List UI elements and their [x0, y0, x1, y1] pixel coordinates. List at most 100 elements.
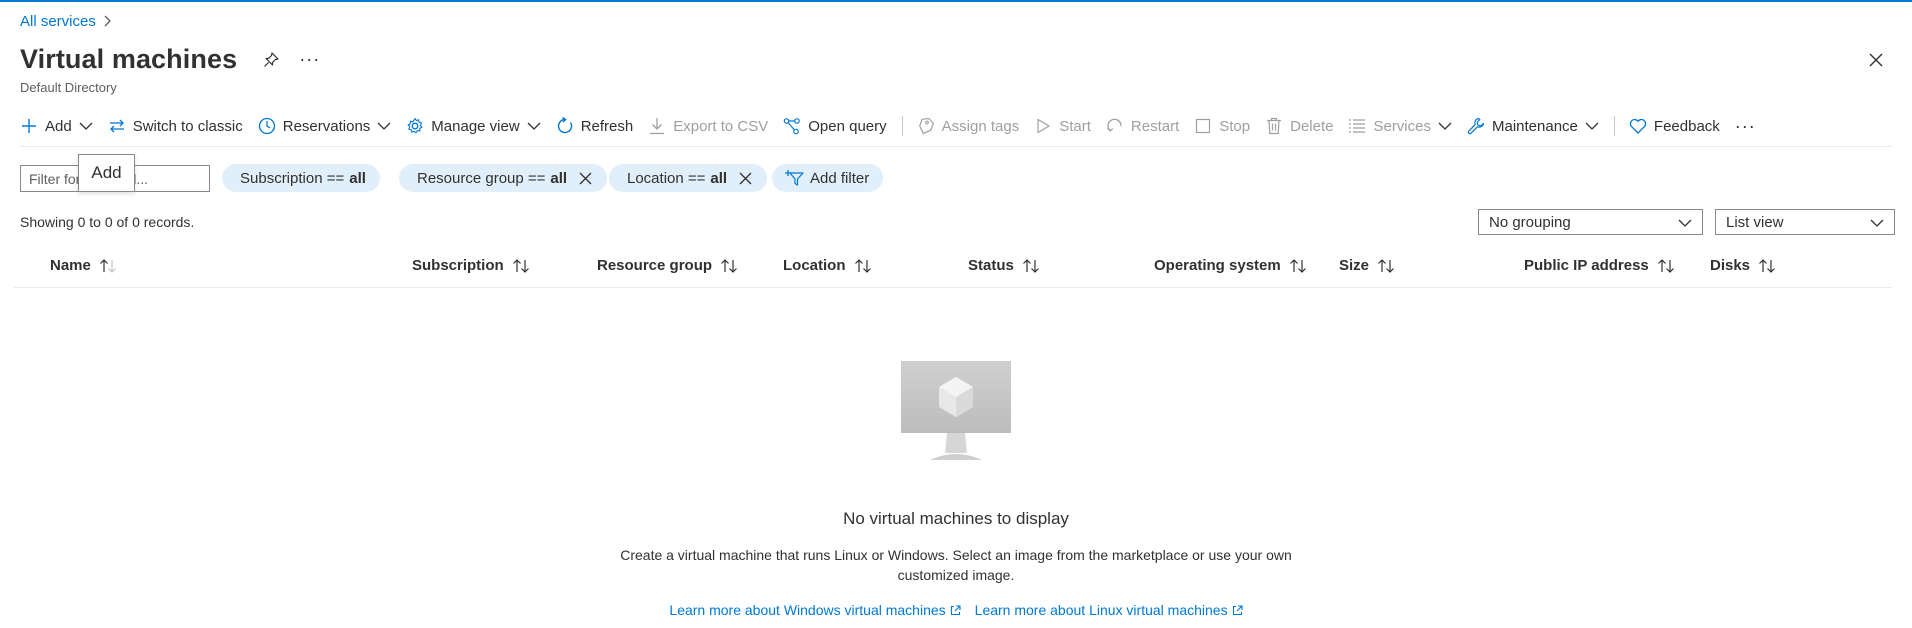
plus-icon — [20, 117, 38, 135]
more-options-icon[interactable]: ··· — [299, 49, 320, 70]
switch-to-classic-button[interactable]: Switch to classic — [108, 112, 243, 140]
resource-group-filter-pill[interactable]: Resource group == all — [399, 164, 608, 192]
toolbar-separator — [1613, 116, 1615, 136]
learn-more-linux-label: Learn more about Linux virtual machines — [974, 602, 1228, 618]
learn-more-windows-label: Learn more about Windows virtual machine… — [669, 602, 946, 618]
breadcrumb: All services — [20, 13, 112, 30]
pin-icon[interactable] — [261, 50, 281, 70]
delete-button[interactable]: Delete — [1265, 112, 1333, 140]
add-filter-button[interactable]: Add filter — [772, 164, 884, 192]
assign-tags-button[interactable]: Assign tags — [917, 112, 1020, 140]
subscription-filter-label: Subscription == — [240, 169, 345, 187]
resource-group-filter-value: all — [550, 169, 568, 187]
column-header-label: Name — [50, 257, 91, 274]
close-icon[interactable] — [1864, 48, 1888, 72]
remove-filter-icon[interactable] — [739, 171, 753, 185]
services-label: Services — [1373, 117, 1431, 135]
restart-icon — [1106, 117, 1124, 135]
learn-more-windows-link[interactable]: Learn more about Windows virtual machine… — [669, 602, 961, 618]
column-header-label: Disks — [1710, 257, 1751, 274]
chevron-down-icon — [1678, 214, 1692, 231]
switch-to-classic-label: Switch to classic — [132, 117, 243, 135]
location-filter-value: all — [710, 169, 728, 187]
external-link-icon — [1232, 604, 1243, 616]
chevron-down-icon — [1870, 214, 1884, 231]
maintenance-button[interactable]: Maintenance — [1467, 112, 1599, 140]
column-header-label: Location — [783, 257, 846, 274]
location-filter-pill[interactable]: Location == all — [609, 164, 768, 192]
records-count: Showing 0 to 0 of 0 records. — [20, 214, 195, 230]
services-button[interactable]: Services — [1348, 112, 1452, 140]
sort-icon — [1758, 258, 1776, 273]
learn-more-linux-link[interactable]: Learn more about Linux virtual machines — [975, 602, 1243, 618]
title-row: Virtual machines ··· — [20, 44, 320, 75]
play-icon — [1034, 117, 1052, 135]
chevron-right-icon — [104, 14, 112, 30]
tag-icon — [917, 117, 935, 135]
column-header-size[interactable]: Size — [1339, 257, 1395, 274]
empty-state-title: No virtual machines to display — [843, 509, 1069, 528]
column-header-location[interactable]: Location — [783, 257, 872, 274]
subscription-filter-value: all — [349, 169, 366, 187]
export-csv-label: Export to CSV — [673, 117, 769, 135]
column-header-operating-system[interactable]: Operating system — [1154, 257, 1307, 274]
open-query-button[interactable]: Open query — [783, 112, 887, 140]
sort-icon — [512, 258, 530, 273]
refresh-label: Refresh — [580, 117, 634, 135]
list-icon — [1348, 117, 1366, 135]
empty-state-description: Create a virtual machine that runs Linux… — [620, 547, 1292, 583]
column-header-label: Public IP address — [1524, 257, 1649, 274]
open-query-label: Open query — [808, 117, 887, 135]
top-accent-line — [0, 0, 1912, 2]
sort-icon — [1289, 258, 1307, 273]
reservations-button[interactable]: Reservations — [258, 112, 392, 140]
column-header-label: Subscription — [412, 257, 504, 274]
toolbar-separator — [901, 116, 903, 136]
delete-label: Delete — [1290, 117, 1334, 135]
page-title: Virtual machines — [20, 44, 238, 74]
add-label: Add — [45, 117, 72, 135]
view-dropdown[interactable]: List view — [1715, 209, 1895, 235]
feedback-label: Feedback — [1653, 117, 1720, 135]
column-header-label: Operating system — [1154, 257, 1281, 274]
clock-icon — [258, 117, 276, 135]
restart-button[interactable]: Restart — [1106, 112, 1179, 140]
column-header-name[interactable]: Name — [50, 257, 117, 274]
column-header-status[interactable]: Status — [968, 257, 1040, 274]
remove-filter-icon[interactable] — [579, 171, 593, 185]
command-bar-divider — [20, 146, 1892, 147]
subscription-filter-pill[interactable]: Subscription == all — [222, 164, 380, 192]
feedback-button[interactable]: Feedback — [1629, 112, 1720, 140]
chevron-down-icon — [377, 119, 391, 133]
manage-view-label: Manage view — [431, 117, 520, 135]
switch-arrows-icon — [108, 117, 126, 135]
sort-icon — [854, 258, 872, 273]
column-header-label: Size — [1339, 257, 1370, 274]
chevron-down-icon — [527, 119, 541, 133]
page-subtitle: Default Directory — [20, 80, 117, 95]
sort-icon — [1377, 258, 1395, 273]
refresh-button[interactable]: Refresh — [556, 112, 634, 140]
virtual-machine-monitor-icon — [900, 360, 1012, 471]
add-button[interactable]: Add — [20, 112, 93, 140]
start-button[interactable]: Start — [1034, 112, 1091, 140]
more-commands-icon[interactable]: ··· — [1735, 112, 1756, 140]
manage-view-button[interactable]: Manage view — [406, 112, 541, 140]
stop-button[interactable]: Stop — [1194, 112, 1250, 140]
column-header-subscription[interactable]: Subscription — [412, 257, 530, 274]
grouping-dropdown[interactable]: No grouping — [1478, 209, 1703, 235]
heart-icon — [1629, 117, 1647, 135]
stop-label: Stop — [1219, 117, 1251, 135]
column-header-public-ip[interactable]: Public IP address — [1524, 257, 1675, 274]
assign-tags-label: Assign tags — [941, 117, 1020, 135]
breadcrumb-all-services[interactable]: All services — [20, 13, 96, 30]
location-filter-label: Location == — [627, 169, 706, 187]
column-header-resource-group[interactable]: Resource group — [597, 257, 738, 274]
export-csv-button[interactable]: Export to CSV — [648, 112, 768, 140]
command-bar: Add Switch to classic Reservations Manag… — [20, 112, 1771, 140]
column-header-disks[interactable]: Disks — [1710, 257, 1776, 274]
chevron-down-icon — [1585, 119, 1599, 133]
table-header: Name Subscription Resource group Locatio… — [14, 252, 1892, 288]
add-filter-icon — [784, 169, 804, 187]
resource-group-filter-label: Resource group == — [417, 169, 546, 187]
